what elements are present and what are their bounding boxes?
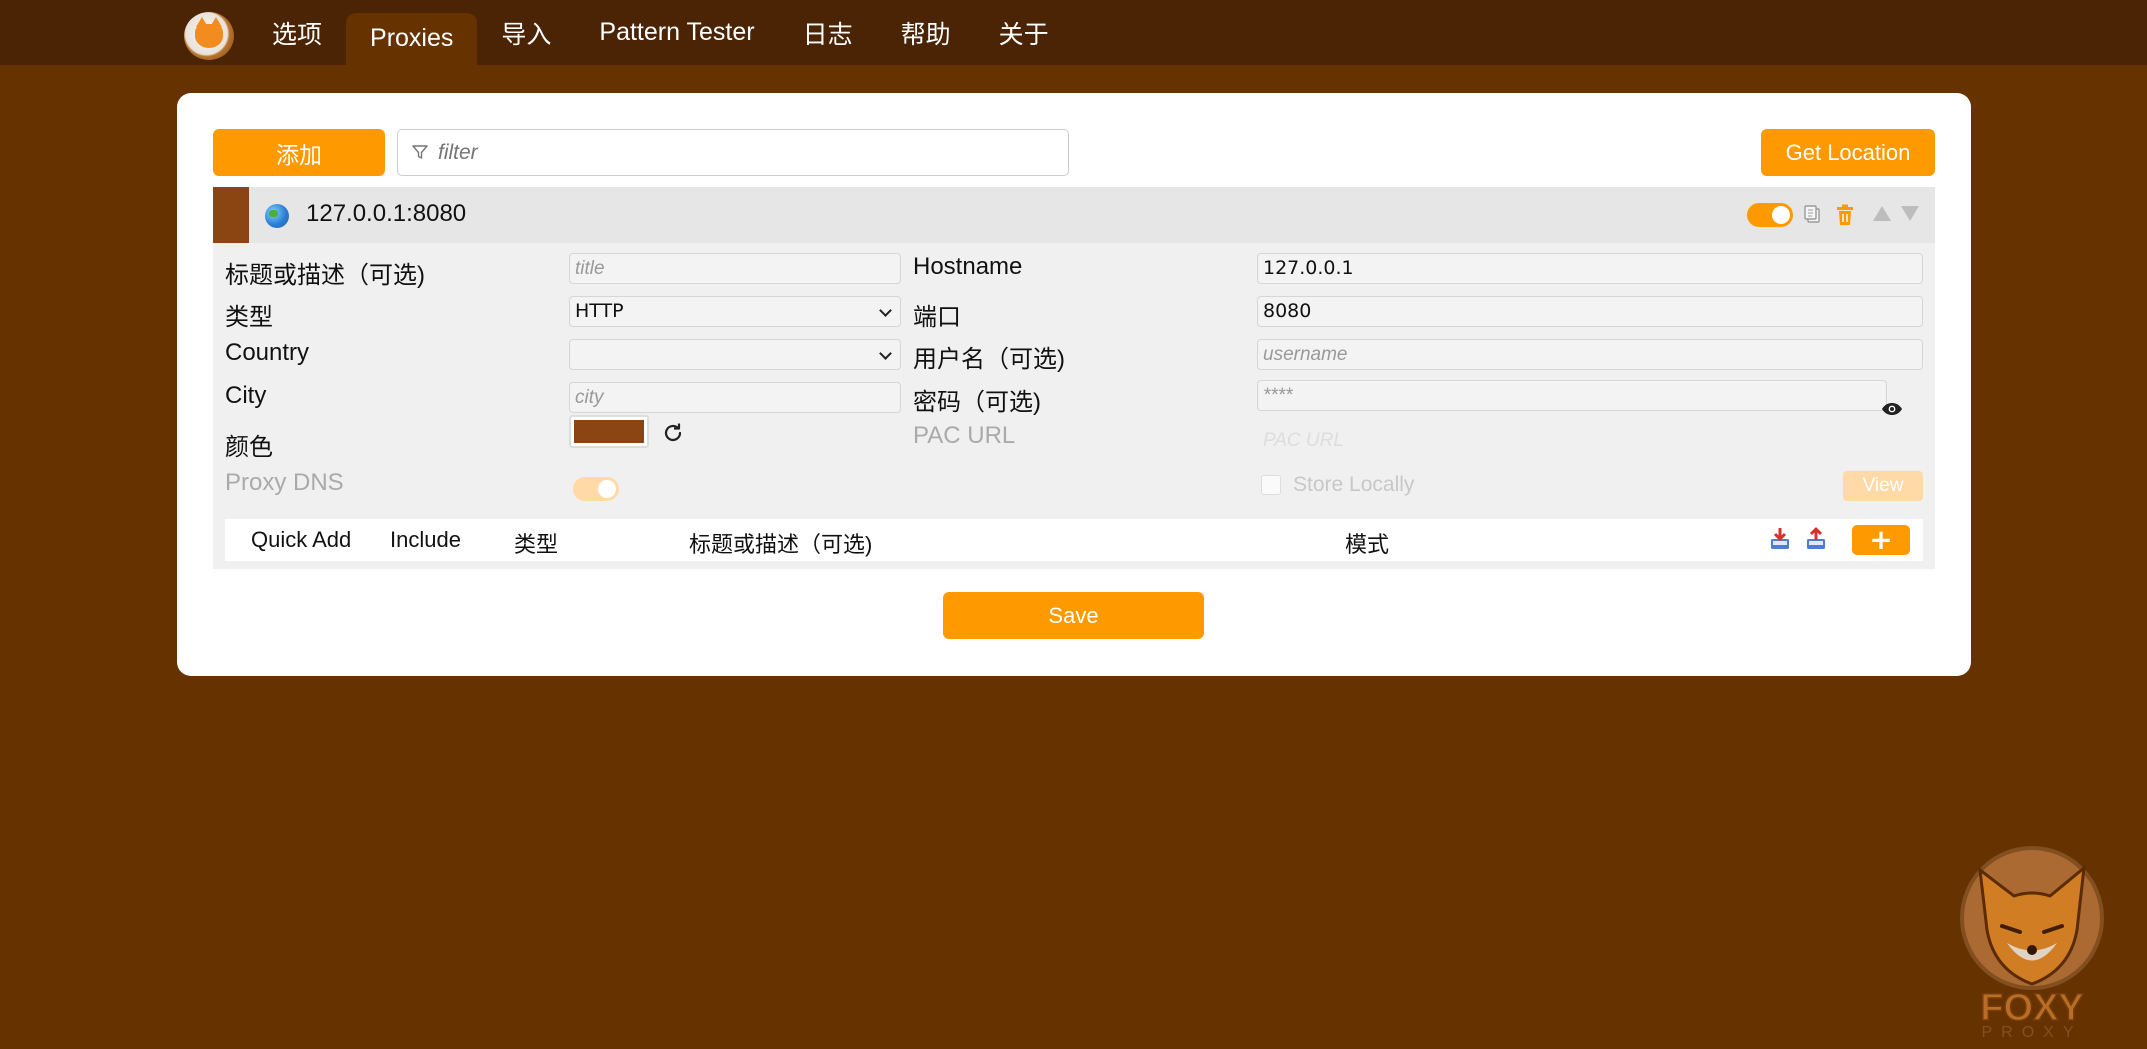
patterns-header: Quick Add Include 类型 标题或描述（可选) 模式 + [225,519,1923,561]
refresh-color-icon[interactable] [661,421,685,445]
quick-add-header[interactable]: Quick Add [251,527,351,553]
hostname-input[interactable]: 127.0.0.1 [1257,253,1923,284]
pattern-header: 模式 [1345,532,1390,557]
filter-icon [412,145,428,159]
delete-icon[interactable] [1835,204,1855,226]
proxy-dns-toggle[interactable] [573,477,619,501]
color-label: 颜色 [225,434,273,461]
type-select[interactable]: HTTP [569,296,901,327]
password-label: 密码（可选) [913,389,1041,416]
add-pattern-button[interactable]: + [1852,525,1910,555]
get-location-button[interactable]: Get Location [1761,129,1935,176]
username-label: 用户名（可选) [913,346,1065,373]
password-input[interactable]: **** [1257,380,1887,411]
filter-box[interactable] [397,129,1069,176]
foxyproxy-watermark-logo: FOXY PROXY [1960,846,2104,1038]
port-input[interactable]: 8080 [1257,296,1923,327]
include-header: Include [390,527,461,552]
foxyproxy-logo [184,12,234,60]
export-patterns-icon[interactable] [1805,527,1827,551]
move-up-icon[interactable] [1873,206,1891,221]
pac-url-label: PAC URL [913,422,1016,449]
watermark-subtitle: PROXY [1981,1024,2082,1038]
add-proxy-button[interactable]: 添加 [213,129,385,176]
show-password-icon[interactable] [1881,402,1903,416]
proxy-dns-label: Proxy DNS [225,469,344,496]
duplicate-icon[interactable] [1803,204,1823,226]
type-label: 类型 [225,304,273,331]
store-locally-label: Store Locally [1293,473,1415,496]
proxy-enable-toggle[interactable] [1747,203,1793,227]
pac-url-input[interactable]: PAC URL [1257,425,1923,456]
port-label: 端口 [913,304,961,331]
tab-pattern-tester[interactable]: Pattern Tester [575,0,778,65]
nav-tabs: 选项 Proxies 导入 Pattern Tester 日志 帮助 关于 [248,0,1073,65]
proxy-color-strip [213,187,249,243]
tab-options[interactable]: 选项 [248,0,346,65]
color-picker[interactable] [569,415,649,448]
store-locally-checkbox[interactable] [1261,475,1281,495]
move-down-icon[interactable] [1901,206,1919,221]
proxy-entry: 127.0.0.1:8080 标题或描述（可选) title 类型 HTTP C… [213,187,1935,569]
watermark-title: FOXY [1980,987,2083,1029]
save-button[interactable]: Save [943,592,1204,639]
title-header: 标题或描述（可选) [689,532,873,557]
username-input[interactable]: username [1257,339,1923,370]
tab-proxies[interactable]: Proxies [346,13,478,65]
globe-icon [265,204,289,228]
tab-help[interactable]: 帮助 [877,0,975,65]
proxy-title: 127.0.0.1:8080 [306,200,467,227]
country-label: Country [225,339,310,366]
city-input[interactable]: city [569,382,901,413]
proxies-panel: 添加 Get Location 127.0.0.1:8080 [177,93,1971,676]
country-select[interactable] [569,339,901,370]
filter-input[interactable] [438,136,1038,170]
city-label: City [225,382,267,409]
type-header: 类型 [514,532,559,557]
title-label: 标题或描述（可选) [225,262,425,289]
tab-import[interactable]: 导入 [477,0,575,65]
import-patterns-icon[interactable] [1769,527,1791,551]
top-nav-bar: 选项 Proxies 导入 Pattern Tester 日志 帮助 关于 [0,0,2147,65]
tab-log[interactable]: 日志 [779,0,877,65]
view-pac-button[interactable]: View [1843,471,1923,501]
hostname-label: Hostname [913,253,1023,280]
proxy-header[interactable]: 127.0.0.1:8080 [213,187,1935,243]
tab-about[interactable]: 关于 [975,0,1073,65]
title-input[interactable]: title [569,253,901,284]
